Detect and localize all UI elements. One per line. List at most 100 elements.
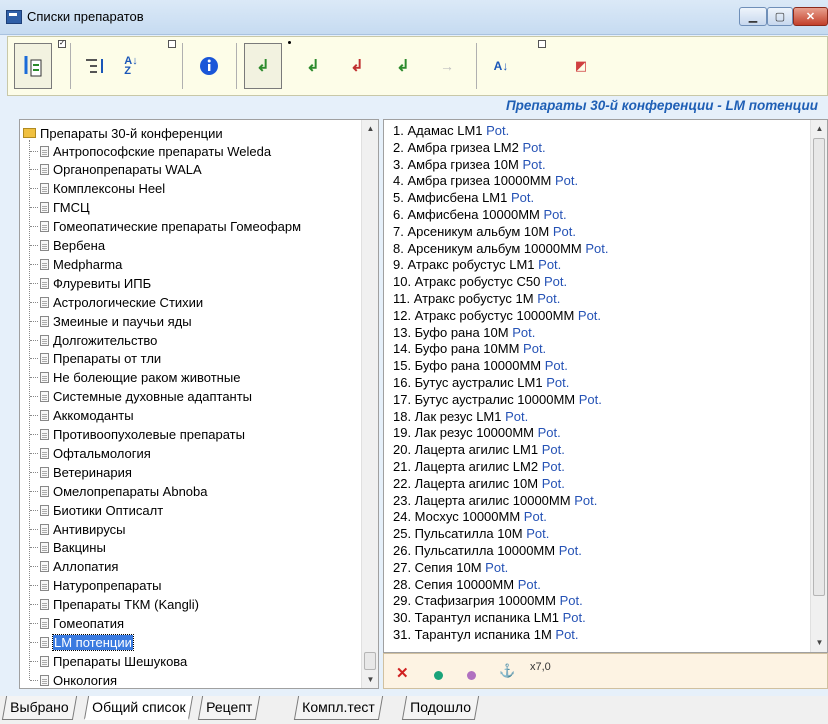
tree-item[interactable]: Аллопатия [30, 558, 118, 576]
tree-root[interactable]: Препараты 30-й конференции [23, 124, 223, 142]
list-item[interactable]: 22. Лацерта агилис 10M Pot. [393, 475, 565, 493]
eyedropper-checkbox[interactable]: ✓ [58, 40, 66, 48]
cross-arrow-button[interactable]: ↲ [338, 43, 376, 89]
tree-item[interactable]: Аккомоданты [30, 407, 134, 425]
tab-4[interactable]: Подошло [401, 696, 479, 720]
pot-label: Pot. [555, 627, 579, 642]
list-item[interactable]: 11. Атракс робустус 1M Pot. [393, 290, 560, 308]
sort-az-button[interactable]: A↓ Z [112, 43, 150, 89]
list-item[interactable]: 12. Атракс робустус 10000MM Pot. [393, 307, 601, 325]
anchor-icon[interactable]: ⚓ [499, 663, 515, 679]
tree-item[interactable]: Вербена [30, 237, 105, 255]
tree-item[interactable]: Системные духовные адаптанты [30, 388, 252, 406]
list-item[interactable]: 6. Амфисбена 10000MM Pot. [393, 206, 567, 224]
tree-item[interactable]: Биотики Оптисалт [30, 501, 163, 519]
green-dot-icon[interactable] [434, 671, 443, 680]
list-item[interactable]: 1. Адамас LM1 Pot. [393, 122, 509, 140]
maximize-button[interactable]: ▢ [767, 7, 793, 26]
tree-scrollbar[interactable]: ▲ ▼ [361, 120, 378, 688]
tree-item[interactable]: Антропософские препараты Weleda [30, 142, 271, 160]
pot-label: Pot. [555, 173, 579, 189]
list-item[interactable]: 14. Буфо рана 10MM Pot. [393, 340, 546, 358]
tree-item[interactable]: ГМСЦ [30, 199, 90, 217]
tree-item[interactable]: Онкология [30, 671, 118, 688]
tree-item[interactable]: Препараты ТКМ (Kangli) [30, 596, 199, 614]
list-scroll-thumb[interactable] [813, 138, 825, 596]
eyedropper-button[interactable] [14, 43, 52, 89]
list-item[interactable]: 23. Лацерта агилис 10000MM Pot. [393, 492, 597, 510]
list-item[interactable]: 29. Стафизагрия 10000MM Pot. [393, 592, 583, 610]
tree-item[interactable]: Омелопрепараты Abnoba [30, 482, 207, 500]
list-scrollbar[interactable]: ▲ ▼ [810, 120, 827, 652]
list-item[interactable]: 2. Амбра гризеа LM2 Pot. [393, 139, 546, 157]
list-item[interactable]: 20. Лацерта агилис LM1 Pot. [393, 441, 565, 459]
close-button[interactable]: ✕ [793, 7, 828, 26]
list-scroll-down-icon[interactable]: ▼ [811, 634, 827, 651]
list-item[interactable]: 31. Тарантул испаника 1M Pot. [393, 626, 579, 644]
tab-1[interactable]: Общий список [83, 696, 194, 720]
tab-2[interactable]: Рецепт [197, 696, 261, 720]
minimize-button[interactable]: ▁ [739, 7, 767, 26]
list-item[interactable]: 18. Лак резус LM1 Pot. [393, 408, 528, 426]
list-item[interactable]: 28. Сепия 10000MM Pot. [393, 576, 541, 594]
list-item[interactable]: 25. Пульсатилла 10M Pot. [393, 525, 549, 543]
pot-label: Pot. [538, 257, 562, 273]
sort-az-down-button[interactable]: A↓ [482, 43, 520, 89]
tree-item[interactable]: Гомеопатия [30, 615, 124, 633]
exclaim-arrow-button[interactable]: ↲ [384, 43, 422, 89]
list-item[interactable]: 5. Амфисбена LM1 Pot. [393, 189, 534, 207]
list-item[interactable]: 15. Буфо рана 10000MM Pot. [393, 357, 568, 375]
rp-arrow-button[interactable]: ↲ [294, 43, 332, 89]
tree-item[interactable]: Комплексоны Heel [30, 180, 165, 198]
list-item[interactable]: 21. Лацерта агилис LM2 Pot. [393, 458, 565, 476]
tree-item-label: Онкология [53, 672, 118, 688]
tree-item[interactable]: Препараты Шешукова [30, 652, 187, 670]
list-item[interactable]: 4. Амбра гризеа 10000MM Pot. [393, 172, 578, 190]
tree-item[interactable]: Астрологические Стихии [30, 293, 203, 311]
tree-item[interactable]: Офтальмология [30, 444, 151, 462]
sort-down-checkbox[interactable] [538, 40, 546, 48]
tree-item[interactable]: Вакцины [30, 539, 106, 557]
tree-item[interactable]: Гомеопатические препараты Гомеофарм [30, 218, 301, 236]
tree-item[interactable]: Противоопухолевые препараты [30, 426, 245, 444]
tree-item[interactable]: Препараты от тли [30, 350, 161, 368]
scroll-up-arrow-icon[interactable]: ▲ [362, 120, 378, 137]
export-button[interactable]: ◩ [562, 43, 600, 89]
list-item[interactable]: 19. Лак резус 10000MM Pot. [393, 424, 561, 442]
tree-item[interactable]: LM потенции [30, 633, 134, 651]
tree-item[interactable]: Флуревиты ИПБ [30, 274, 151, 292]
sort-checkbox[interactable] [168, 40, 176, 48]
info-button[interactable] [190, 43, 228, 89]
tree-item[interactable]: Антивирусы [30, 520, 126, 538]
tree-item[interactable]: Не болеющие раком животные [30, 369, 240, 387]
list-item[interactable]: 13. Буфо рана 10M Pot. [393, 324, 535, 342]
tree-item[interactable]: Долгожительство [30, 331, 157, 349]
list-item[interactable]: 26. Пульсатилла 10000MM Pot. [393, 542, 582, 560]
pot-label: Pot. [537, 425, 561, 441]
list-item[interactable]: 17. Бутус аустралис 10000MM Pot. [393, 391, 602, 409]
scroll-thumb[interactable] [364, 652, 376, 670]
tab-0[interactable]: Выбрано [1, 696, 77, 720]
delete-icon[interactable]: ✕ [396, 664, 409, 682]
list-item[interactable]: 27. Сепия 10M Pot. [393, 559, 508, 577]
scroll-down-arrow-icon[interactable]: ▼ [362, 671, 378, 688]
tree-item[interactable]: Органопрепараты WALA [30, 161, 202, 179]
list-item[interactable]: 7. Арсеникум альбум 10M Pot. [393, 223, 576, 241]
list-item[interactable]: 10. Атракс робустус C50 Pot. [393, 273, 567, 291]
tree-item[interactable]: Ветеринария [30, 463, 132, 481]
indent-list-button[interactable] [76, 43, 114, 89]
list-item[interactable]: 8. Арсеникум альбум 10000MM Pot. [393, 240, 608, 258]
list-item[interactable]: 16. Бутус аустралис LM1 Pot. [393, 374, 569, 392]
check-arrow-button[interactable]: ↲ [244, 43, 282, 89]
list-item[interactable]: 24. Мосхус 10000MM Pot. [393, 508, 547, 526]
list-item[interactable]: 3. Амбра гризеа 10M Pot. [393, 156, 546, 174]
tree-item[interactable]: Medpharma [30, 255, 122, 273]
list-item[interactable]: 30. Тарантул испаника LM1 Pot. [393, 609, 586, 627]
tab-3[interactable]: Компл.тест [293, 696, 383, 720]
arrow-right-button[interactable]: → [428, 43, 466, 89]
tree-item[interactable]: Натуропрепараты [30, 577, 162, 595]
list-item[interactable]: 9. Атракс робустус LM1 Pot. [393, 256, 561, 274]
tree-item[interactable]: Змеиные и паучьи яды [30, 312, 192, 330]
list-scroll-up-icon[interactable]: ▲ [811, 120, 827, 137]
purple-dot-icon[interactable] [467, 671, 476, 680]
